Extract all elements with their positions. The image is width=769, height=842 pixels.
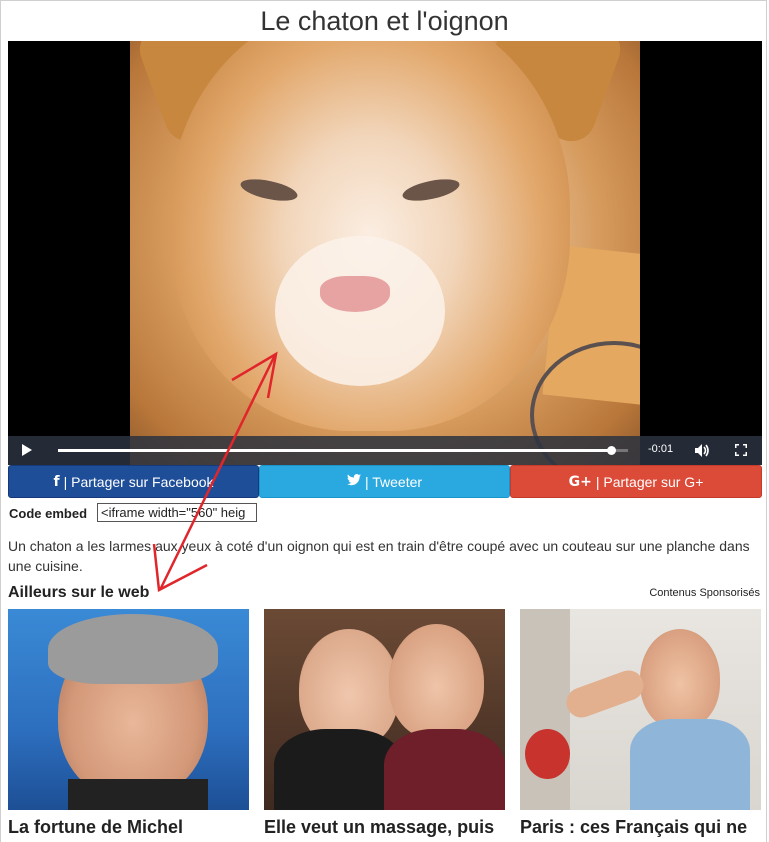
kitten-eye-right: [400, 175, 462, 205]
progress-fill: [58, 449, 611, 452]
share-twitter-label: | Tweeter: [364, 473, 423, 490]
video-description: Un chaton a les larmes aux yeux à coté d…: [8, 538, 750, 574]
card-thumbnail[interactable]: [264, 609, 505, 810]
fullscreen-icon[interactable]: [735, 444, 747, 456]
wall-pipes: [520, 609, 570, 810]
boiler-pump: [525, 729, 570, 779]
card-thumbnail[interactable]: [8, 609, 249, 810]
page-title: Le chaton et l'oignon: [260, 6, 509, 36]
sponsored-label[interactable]: Contenus Sponsorisés: [649, 587, 760, 599]
share-gplus-button[interactable]: G+ | Partager sur G+: [510, 465, 762, 498]
twitter-icon: [346, 473, 361, 490]
card-title[interactable]: Paris : ces Français qui ne: [520, 817, 761, 838]
volume-icon[interactable]: [694, 443, 710, 458]
elsewhere-heading: Ailleurs sur le web: [8, 584, 150, 601]
card-title[interactable]: La fortune de Michel: [8, 817, 249, 838]
sponsored-card[interactable]: Elle veut un massage, puis: [264, 609, 505, 838]
share-twitter-button[interactable]: | Tweeter: [259, 465, 510, 498]
video-frame-kitten[interactable]: [130, 41, 640, 465]
portrait-suit: [68, 779, 208, 810]
kitten-nose: [320, 276, 390, 312]
embed-label: Code embed: [9, 506, 88, 521]
portrait-hair: [48, 614, 218, 684]
portrait-man-arm: [562, 666, 648, 722]
share-facebook-button[interactable]: f | Partager sur Facebook: [8, 465, 259, 498]
google-plus-icon: G+: [568, 473, 592, 490]
portrait-man: [640, 629, 720, 729]
embed-code-field[interactable]: [97, 503, 257, 522]
video-player[interactable]: -0:01: [8, 41, 762, 465]
player-controls: -0:01: [8, 436, 762, 465]
play-icon[interactable]: [22, 444, 32, 456]
card-thumbnail[interactable]: [520, 609, 761, 810]
portrait-man: [389, 624, 484, 739]
time-remaining: -0:01: [648, 443, 674, 455]
sponsored-card[interactable]: Paris : ces Français qui ne: [520, 609, 761, 838]
share-gplus-label: | Partager sur G+: [595, 473, 704, 490]
card-title[interactable]: Elle veut un massage, puis: [264, 817, 505, 838]
portrait-man-shirt: [630, 719, 750, 810]
portrait-man-sweater: [384, 729, 505, 810]
sponsored-card[interactable]: La fortune de Michel: [8, 609, 249, 838]
kitten-eye-left: [238, 175, 300, 205]
facebook-icon: f: [53, 473, 60, 490]
progress-bar[interactable]: [58, 446, 628, 455]
kitten-head: [170, 41, 570, 431]
progress-knob[interactable]: [606, 446, 616, 455]
share-facebook-label: | Partager sur Facebook: [63, 473, 214, 490]
